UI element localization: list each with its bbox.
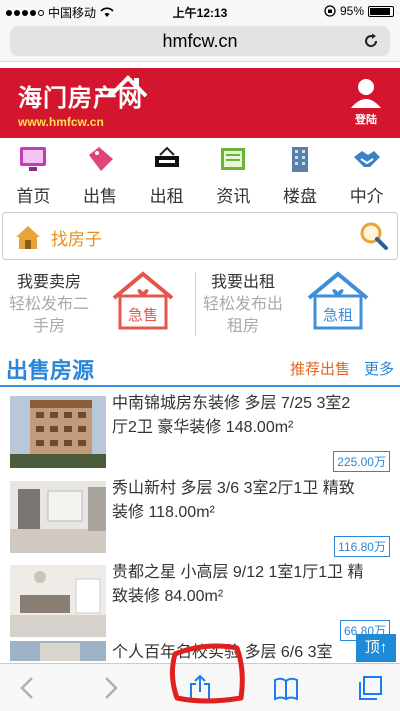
listing-photo [10, 565, 106, 637]
sell-house-link[interactable]: 我要卖房 轻松发布二 手房 [4, 272, 94, 338]
house-search-icon [16, 226, 40, 249]
section-title: 出售房源 [6, 358, 95, 383]
newspaper-icon [221, 148, 246, 170]
rent-title: 我要出租 [210, 274, 275, 291]
nav-home[interactable]: 首页 [0, 143, 67, 206]
tabs-icon[interactable] [356, 674, 384, 702]
listings-header: 出售房源 推荐出售 更多 [0, 347, 400, 387]
recommended-link[interactable]: 推荐出售 [290, 358, 350, 379]
logo-url: www.hmfcw.cn [18, 115, 104, 129]
nav-sale-label: 出售 [83, 187, 117, 206]
listing-title: 个人百年名校实验 多层 6/6 3室 [112, 641, 390, 663]
listing-title: 贵都之星 小高层 9/12 1室1厅1卫 精 致装修 84.00m² [112, 561, 390, 609]
listing-title-line: 致装修 84.00m² [112, 588, 224, 605]
nav-property[interactable]: 楼盘 [267, 143, 334, 206]
listing-item[interactable]: 中南锦城房东装修 多层 7/25 3室2 厅2卫 豪华装修 148.00m² 2… [0, 388, 400, 476]
listing-title-line: 个人百年名校实验 多层 6/6 3室 [112, 644, 333, 661]
logo-roof-icon [108, 75, 148, 98]
quick-actions: 我要卖房 轻松发布二 手房 急售 我要出租 轻松发布出 租房 急租 [0, 268, 400, 340]
rent-house-link[interactable]: 我要出租 轻松发布出 租房 [198, 272, 288, 338]
listing-title-line: 贵都之星 小高层 9/12 1室1厅1卫 精 [112, 564, 364, 581]
rent-desc-2: 租房 [226, 318, 259, 335]
building-icon [292, 147, 309, 172]
nav-property-label: 楼盘 [283, 187, 318, 206]
login-label: 登陆 [355, 114, 377, 126]
url-text: hmfcw.cn [162, 31, 238, 51]
listing-price: 116.80万 [334, 536, 390, 557]
listing-title: 中南锦城房东装修 多层 7/25 3室2 厅2卫 豪华装修 148.00m² [112, 392, 390, 440]
urgent-sale-label: 急售 [127, 307, 158, 324]
forward-icon[interactable] [96, 674, 124, 702]
listing-title-line: 厅2卫 豪华装修 148.00m² [112, 419, 294, 436]
nav-agent[interactable]: 中介 [333, 143, 400, 206]
quick-divider [195, 272, 196, 336]
listing-item[interactable]: 秀山新村 多层 3/6 3室2厅1卫 精致 装修 118.00m² 116.80… [0, 473, 400, 561]
listing-title-line: 装修 118.00m² [112, 504, 215, 521]
nav-news-label: 资讯 [216, 187, 251, 206]
urgent-rent-label: 急租 [322, 307, 353, 324]
back-to-top-button[interactable]: 顶↑ [356, 634, 396, 662]
battery-icon [368, 5, 394, 17]
handshake-icon [353, 151, 380, 167]
listing-item[interactable]: 贵都之星 小高层 9/12 1室1厅1卫 精 致装修 84.00m² 66.80… [0, 557, 400, 645]
monitor-icon [20, 147, 47, 171]
status-bar: 中国移动 上午12:13 95% [0, 0, 400, 22]
login-button[interactable]: 登陆 [348, 78, 384, 127]
urgent-sale-button[interactable]: 急售 [108, 270, 178, 332]
user-icon [351, 79, 381, 108]
back-icon[interactable] [14, 674, 42, 702]
rent-sign-icon [154, 146, 179, 167]
sale-tag-icon [89, 147, 113, 171]
listing-photo [10, 641, 106, 661]
battery-percent: 95% [339, 4, 364, 18]
sell-desc-1: 轻松发布二 [8, 296, 89, 313]
address-bar[interactable]: hmfcw.cn [10, 26, 390, 56]
listing-title-line: 秀山新村 多层 3/6 3室2厅1卫 精致 [112, 480, 355, 497]
nav-home-label: 首页 [16, 187, 51, 206]
nav-sale[interactable]: 出售 [67, 143, 134, 206]
nav-rent-label: 出租 [149, 187, 184, 206]
listing-price: 225.00万 [333, 451, 390, 472]
nav-news[interactable]: 资讯 [200, 143, 267, 206]
sell-title: 我要卖房 [16, 274, 81, 291]
search-placeholder: 找房子 [51, 230, 102, 249]
nav-rent[interactable]: 出租 [133, 143, 200, 206]
site-header: 海门房产网 www.hmfcw.cn 登陆 [0, 68, 400, 138]
more-link[interactable]: 更多 [364, 358, 394, 379]
listing-photo [10, 481, 106, 553]
red-circle-annotation [169, 643, 245, 704]
listing-photo [10, 396, 106, 468]
search-bar[interactable]: 找房子 [2, 212, 398, 260]
sell-desc-2: 手房 [32, 318, 65, 335]
bookmarks-icon[interactable] [272, 674, 300, 702]
browser-bar: hmfcw.cn [0, 22, 400, 62]
nav-agent-label: 中介 [349, 187, 384, 206]
rent-desc-1: 轻松发布出 [202, 296, 283, 313]
urgent-rent-button[interactable]: 急租 [303, 270, 373, 332]
reload-icon[interactable] [362, 32, 380, 50]
listing-title-line: 中南锦城房东装修 多层 7/25 3室2 [112, 395, 351, 412]
orientation-lock-icon [324, 5, 336, 17]
category-nav: 首页 出售 出租 资讯 楼盘 中介 [0, 143, 400, 206]
listing-title: 秀山新村 多层 3/6 3室2厅1卫 精致 装修 118.00m² [112, 477, 390, 525]
search-icon[interactable] [359, 221, 389, 251]
